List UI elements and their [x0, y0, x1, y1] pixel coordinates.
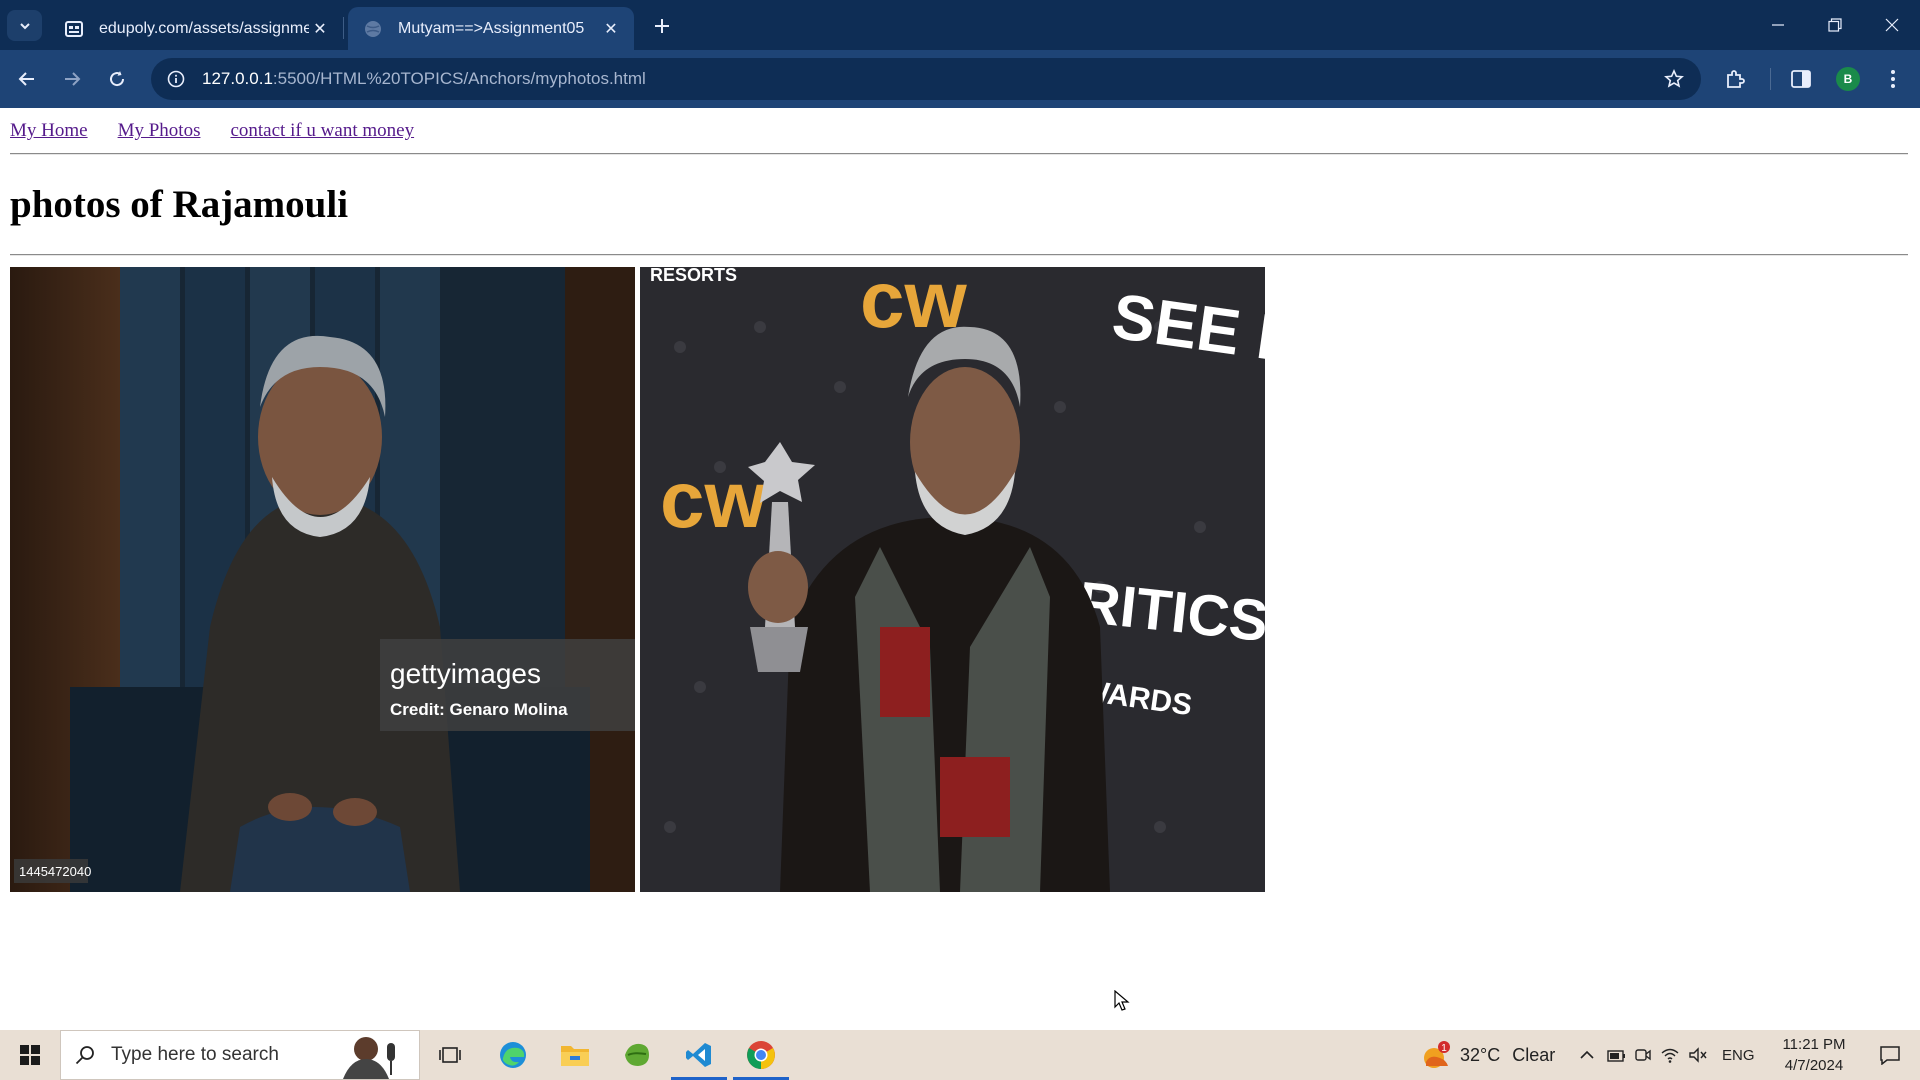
url-path: :5500/HTML%20TOPICS/Anchors/myphotos.htm…: [272, 69, 646, 88]
wifi-icon[interactable]: [1660, 1046, 1680, 1064]
language-indicator[interactable]: ENG: [1722, 1047, 1755, 1064]
close-icon: [1885, 18, 1898, 32]
arrow-left-icon: [18, 72, 34, 86]
weather-temp: 32°C: [1460, 1044, 1501, 1065]
url-host: 127.0.0.1: [202, 69, 273, 88]
photo-id-label: 1445472040: [19, 864, 91, 879]
battery-icon[interactable]: [1606, 1046, 1626, 1064]
windows-taskbar: Type here to search 1 32°C Clear ENG 11:…: [0, 1030, 1920, 1080]
tab-search-button[interactable]: [7, 10, 42, 41]
reload-icon: [110, 71, 125, 87]
photo-credit: Credit: Genaro Molina: [390, 700, 568, 719]
minimize-icon: [1771, 24, 1784, 26]
puzzle-icon: [1727, 70, 1745, 88]
link-contact[interactable]: contact if u want money: [230, 120, 414, 142]
tab-title: Mutyam==>Assignment05: [398, 19, 585, 37]
weather-icon: 1: [1424, 1041, 1450, 1068]
globe-icon: [362, 18, 384, 40]
plus-icon: [655, 19, 669, 33]
taskbar-chrome[interactable]: [731, 1030, 791, 1080]
link-my-home[interactable]: My Home: [10, 120, 88, 142]
meet-now-icon[interactable]: [1634, 1046, 1652, 1064]
extensions-button[interactable]: [1718, 62, 1752, 96]
restore-icon: [1827, 18, 1842, 32]
taskbar-search-box[interactable]: Type here to search: [60, 1030, 420, 1080]
restore-button[interactable]: [1806, 0, 1863, 50]
window-controls: [1749, 0, 1920, 50]
taskbar-clock[interactable]: 11:21 PM 4/7/2024: [1768, 1034, 1860, 1076]
web-page: My Home My Photos contact if u want mone…: [0, 108, 1920, 1030]
leaf-app-icon: [625, 1043, 649, 1066]
clock-date: 4/7/2024: [1784, 1057, 1844, 1074]
chrome-icon: [747, 1041, 775, 1069]
folder-icon: [561, 1046, 589, 1066]
side-panel-icon: [1791, 70, 1811, 88]
chevron-down-icon: [19, 22, 30, 29]
edge-icon: [500, 1042, 526, 1068]
bookmark-star-icon[interactable]: [1659, 64, 1689, 94]
tab-assignment05[interactable]: Mutyam==>Assignment05 ✕: [348, 7, 634, 50]
taskbar-vscode[interactable]: [669, 1030, 729, 1080]
taskbar-spring-tools[interactable]: [607, 1030, 667, 1080]
taskbar-file-explorer[interactable]: [545, 1030, 605, 1080]
system-tray-icons: ENG: [1578, 1030, 1755, 1080]
search-placeholder: Type here to search: [111, 1044, 279, 1065]
browser-menu-button[interactable]: [1876, 62, 1910, 96]
taskbar-edge[interactable]: [483, 1030, 543, 1080]
sign-resorts: RESORTS: [650, 267, 737, 285]
search-icon: [75, 1046, 94, 1065]
close-window-button[interactable]: [1863, 0, 1920, 50]
photo-rajamouli-1: gettyimages Credit: Genaro Molina 144547…: [10, 267, 635, 892]
chevron-up-icon[interactable]: [1578, 1046, 1596, 1064]
tab-title: edupoly.com/assets/assignmen: [99, 19, 309, 37]
browser-tab-strip: edupoly.com/assets/assignmen ✕ Mutyam==>…: [0, 0, 1920, 50]
photo-1-image: gettyimages Credit: Genaro Molina 144547…: [10, 267, 635, 892]
link-my-photos[interactable]: My Photos: [118, 120, 201, 142]
task-view-icon: [439, 1047, 461, 1063]
weather-badge: 1: [1441, 1043, 1447, 1054]
minimize-button[interactable]: [1749, 0, 1806, 50]
weather-widget[interactable]: 1 32°C Clear: [1420, 1030, 1555, 1080]
getty-watermark: gettyimages: [390, 658, 541, 689]
more-vertical-icon: [1891, 70, 1895, 88]
side-panel-button[interactable]: [1784, 62, 1818, 96]
tab-separator: [343, 17, 344, 39]
search-highlight-icon: [331, 1033, 411, 1079]
profile-avatar[interactable]: B: [1836, 67, 1860, 91]
notification-icon: [1880, 1046, 1900, 1065]
close-icon[interactable]: ✕: [600, 18, 622, 40]
page-nav: My Home My Photos contact if u want mone…: [10, 120, 414, 142]
windows-logo-icon: [20, 1045, 40, 1065]
url-text: 127.0.0.1:5500/HTML%20TOPICS/Anchors/myp…: [202, 69, 646, 89]
volume-muted-icon[interactable]: [1688, 1046, 1708, 1064]
reload-button[interactable]: [100, 62, 134, 96]
tab-edupoly[interactable]: edupoly.com/assets/assignmen ✕: [49, 7, 343, 50]
mouse-cursor-icon: [1114, 990, 1130, 1011]
clock-time: 11:21 PM: [1782, 1036, 1846, 1053]
new-tab-button[interactable]: [648, 12, 676, 40]
divider-top: [10, 153, 1908, 155]
divider-bottom: [10, 254, 1908, 256]
forward-button[interactable]: [55, 62, 89, 96]
edupoly-favicon-icon: [63, 18, 85, 40]
arrow-right-icon: [65, 72, 81, 86]
back-button[interactable]: [10, 62, 44, 96]
toolbar-divider: [1770, 68, 1771, 90]
task-view-button[interactable]: [420, 1030, 480, 1080]
address-bar[interactable]: 127.0.0.1:5500/HTML%20TOPICS/Anchors/myp…: [151, 58, 1701, 100]
start-button[interactable]: [0, 1030, 60, 1080]
page-title: photos of Rajamouli: [10, 183, 349, 226]
vscode-icon: [686, 1043, 711, 1067]
site-info-icon[interactable]: [158, 61, 194, 97]
photo-2-image: cw cw RESORTS SEE HER CRITICS CHOICE AWA…: [640, 267, 1265, 892]
close-icon[interactable]: ✕: [309, 18, 331, 40]
notification-center-button[interactable]: [1862, 1030, 1918, 1080]
weather-condition: Clear: [1512, 1044, 1556, 1065]
photo-rajamouli-2: cw cw RESORTS SEE HER CRITICS CHOICE AWA…: [640, 267, 1265, 892]
